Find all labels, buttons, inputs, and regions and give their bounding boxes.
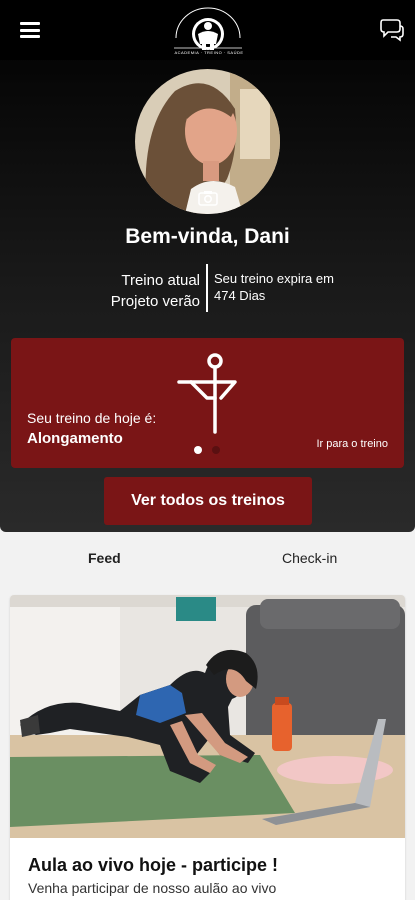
tab-feed[interactable]: Feed bbox=[88, 550, 121, 566]
expiry-info: Seu treino expira em 474 Dias bbox=[214, 270, 384, 304]
tab-checkin[interactable]: Check-in bbox=[282, 550, 337, 566]
current-workout-label: Treino atual bbox=[121, 272, 200, 289]
expiry-label: Seu treino expira em bbox=[214, 271, 334, 286]
current-workout-info: Treino atual Projeto verão bbox=[90, 270, 200, 312]
go-to-workout-link[interactable]: Ir para o treino bbox=[316, 438, 388, 450]
tab-bar: Feed Check-in bbox=[0, 532, 415, 588]
todays-workout-label: Seu treino de hoje é: bbox=[27, 410, 157, 426]
current-workout-plan: Projeto verão bbox=[110, 293, 200, 310]
app-screen: ACADEMIA · TREINO · SAÚDE Bem-vinda, Dan… bbox=[0, 0, 415, 900]
carousel-dot[interactable] bbox=[212, 446, 220, 454]
welcome-heading: Bem-vinda, Dani bbox=[125, 225, 290, 248]
profile-header: ACADEMIA · TREINO · SAÚDE Bem-vinda, Dan… bbox=[0, 0, 415, 532]
camera-icon[interactable] bbox=[198, 190, 218, 206]
hamburger-menu-icon[interactable] bbox=[20, 22, 40, 38]
info-divider bbox=[206, 264, 208, 312]
carousel-dot-active[interactable] bbox=[194, 446, 202, 454]
view-all-workouts-button[interactable]: Ver todos os treinos bbox=[104, 477, 312, 525]
feed-post-card[interactable]: Aula ao vivo hoje - participe ! Venha pa… bbox=[10, 595, 405, 900]
chat-bubbles-icon[interactable] bbox=[378, 16, 404, 42]
top-bar: ACADEMIA · TREINO · SAÚDE bbox=[0, 0, 415, 60]
profile-avatar-container bbox=[135, 69, 280, 215]
feed-post-description: Venha participar de nosso aulão ao vivo bbox=[28, 880, 277, 896]
feed-post-title: Aula ao vivo hoje - participe ! bbox=[28, 855, 279, 875]
todays-workout-card[interactable]: Seu treino de hoje é: Alongamento Ir par… bbox=[11, 338, 404, 468]
stretching-figure-icon bbox=[177, 353, 237, 434]
feed-post-image bbox=[10, 595, 405, 838]
logo-subtext: ACADEMIA · TREINO · SAÚDE bbox=[174, 50, 244, 55]
todays-workout-name: Alongamento bbox=[27, 430, 123, 447]
expiry-value: 474 Dias bbox=[214, 288, 266, 303]
